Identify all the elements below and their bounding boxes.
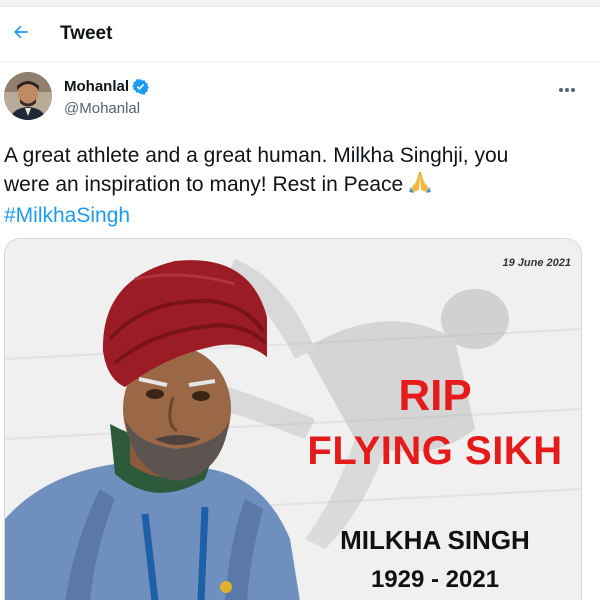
- display-name[interactable]: Mohanlal: [64, 78, 129, 95]
- tweet-text: A great athlete and a great human. Milkh…: [4, 142, 584, 230]
- tweet-line-1: A great athlete and a great human. Milkh…: [4, 144, 509, 167]
- handle[interactable]: @Mohanlal: [64, 100, 140, 117]
- tweet-header: Tweet: [0, 7, 600, 62]
- folded-hands-icon: [407, 170, 433, 202]
- hashtag-link[interactable]: #MilkhaSingh: [4, 202, 584, 230]
- name-row: Mohanlal: [64, 78, 149, 95]
- top-bar-edge: [0, 0, 600, 7]
- header-title: Tweet: [60, 23, 113, 44]
- more-button[interactable]: [554, 76, 580, 102]
- arrow-left-icon: [11, 22, 31, 47]
- image-date: 19 June 2021: [502, 257, 572, 269]
- tribute-name: MILKHA SINGH: [340, 525, 530, 555]
- avatar[interactable]: [4, 72, 52, 120]
- tweet-line-2-text: were an inspiration to many! Rest in Pea…: [4, 173, 404, 196]
- headline-flying-sikh: FLYING SIKH: [307, 429, 563, 473]
- tweet-author: Mohanlal @Mohanlal: [0, 70, 600, 126]
- more-horizontal-icon: [558, 80, 576, 98]
- tweet-media-image[interactable]: 19 June 2021 RIP FLYING SIKH MILKHA SING…: [4, 238, 582, 600]
- tweet-line-2: were an inspiration to many! Rest in Pea…: [4, 170, 584, 202]
- headline-rip: RIP: [398, 371, 472, 420]
- tribute-years: 1929 - 2021: [370, 566, 500, 593]
- back-button[interactable]: [4, 17, 38, 51]
- verified-badge-icon: [132, 78, 149, 95]
